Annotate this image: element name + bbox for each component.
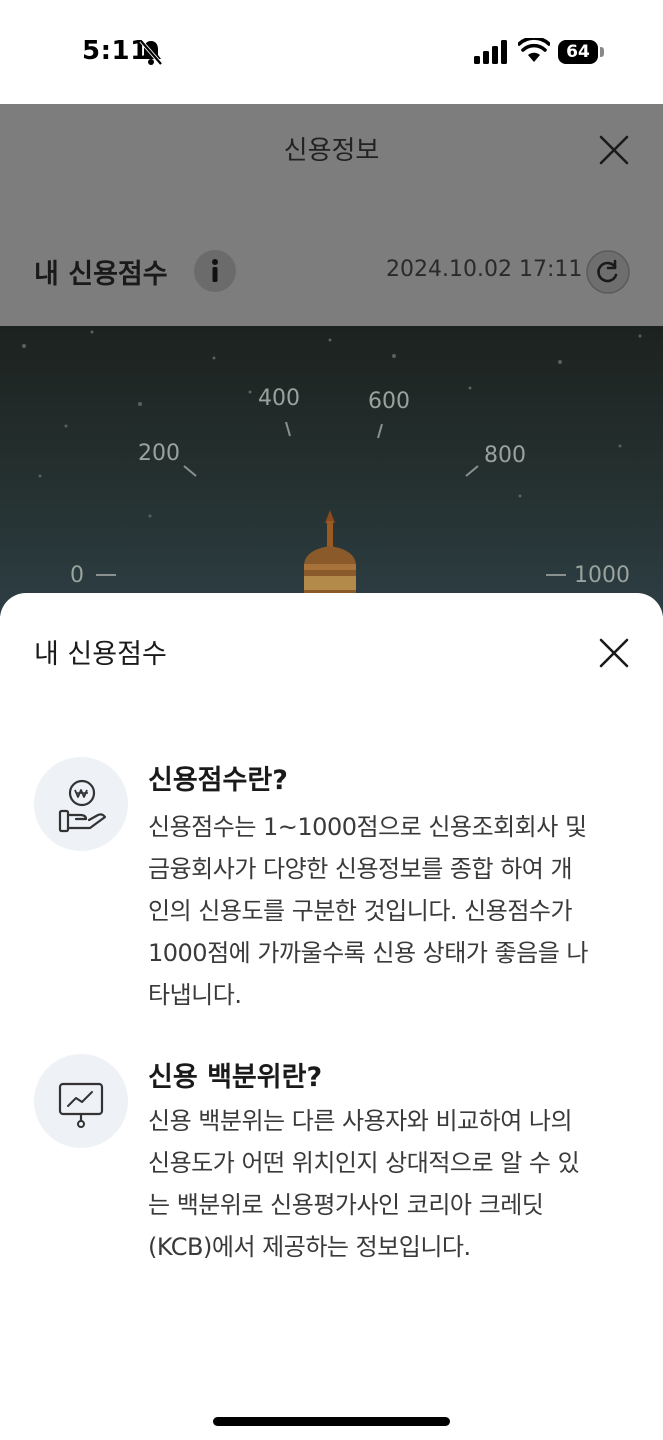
- home-indicator: [213, 1417, 450, 1426]
- sheet-title: 내 신용점수: [34, 639, 167, 670]
- body-line: (KCB)에서 제공하는 정보입니다.: [148, 1233, 471, 1261]
- status-bar: 5:11 64: [0, 0, 663, 104]
- info-icon[interactable]: [194, 250, 236, 292]
- bell-muted-icon: [139, 39, 163, 66]
- score-datetime: 2024.10.02 17:11: [386, 257, 583, 282]
- body-line: 인의 신용도를 구분한 것입니다. 신용점수가: [148, 897, 573, 925]
- hand-coin-icon: [34, 757, 128, 851]
- gauge-tick-label: 0: [70, 563, 84, 588]
- gauge-graphic: [22, 330, 642, 616]
- info-bottom-sheet: [0, 593, 663, 1440]
- body-line: 1000점에 가까울수록 신용 상태가 좋음을 나: [148, 939, 589, 967]
- gauge-tick-label: 200: [138, 441, 180, 466]
- score-gauge: 0 200 400 600 800 1000: [0, 326, 663, 616]
- section-body: 신용점수는 1~1000점으로 신용조회회사 및 금융회사가 다양한 신용정보를…: [148, 806, 638, 1016]
- gauge-tick-label: 600: [368, 389, 410, 414]
- wifi-icon: [518, 38, 550, 62]
- refresh-icon[interactable]: [586, 250, 630, 294]
- body-line: 타냅니다.: [148, 981, 242, 1009]
- body-line: 는 백분위로 신용평가사인 코리아 크레딧: [148, 1191, 544, 1219]
- presentation-chart-icon: [34, 1054, 128, 1148]
- body-line: 신용도가 어떤 위치인지 상대적으로 알 수 있: [148, 1149, 580, 1177]
- score-label: 내 신용점수: [34, 259, 168, 290]
- section-title: 신용 백분위란?: [148, 1062, 323, 1093]
- sheet-close-icon[interactable]: [598, 637, 630, 669]
- battery-tip: [600, 47, 604, 57]
- body-line: 금융회사가 다양한 신용정보를 종합 하여 개: [148, 855, 573, 883]
- body-line: 신용점수는 1~1000점으로 신용조회회사 및: [148, 813, 587, 841]
- battery-indicator: 64: [558, 40, 598, 64]
- close-icon[interactable]: [598, 134, 630, 166]
- section-title: 신용점수란?: [148, 765, 288, 796]
- section-body: 신용 백분위는 다른 사용자와 비교하여 나의 신용도가 어떤 위치인지 상대적…: [148, 1100, 638, 1268]
- page-title: 신용정보: [283, 136, 380, 166]
- signal-icon: [474, 40, 507, 64]
- gauge-tick-label: 1000: [574, 563, 630, 588]
- body-line: 신용 백분위는 다른 사용자와 비교하여 나의: [148, 1107, 573, 1135]
- gauge-tick-label: 800: [484, 443, 526, 468]
- gauge-tick-label: 400: [258, 386, 300, 411]
